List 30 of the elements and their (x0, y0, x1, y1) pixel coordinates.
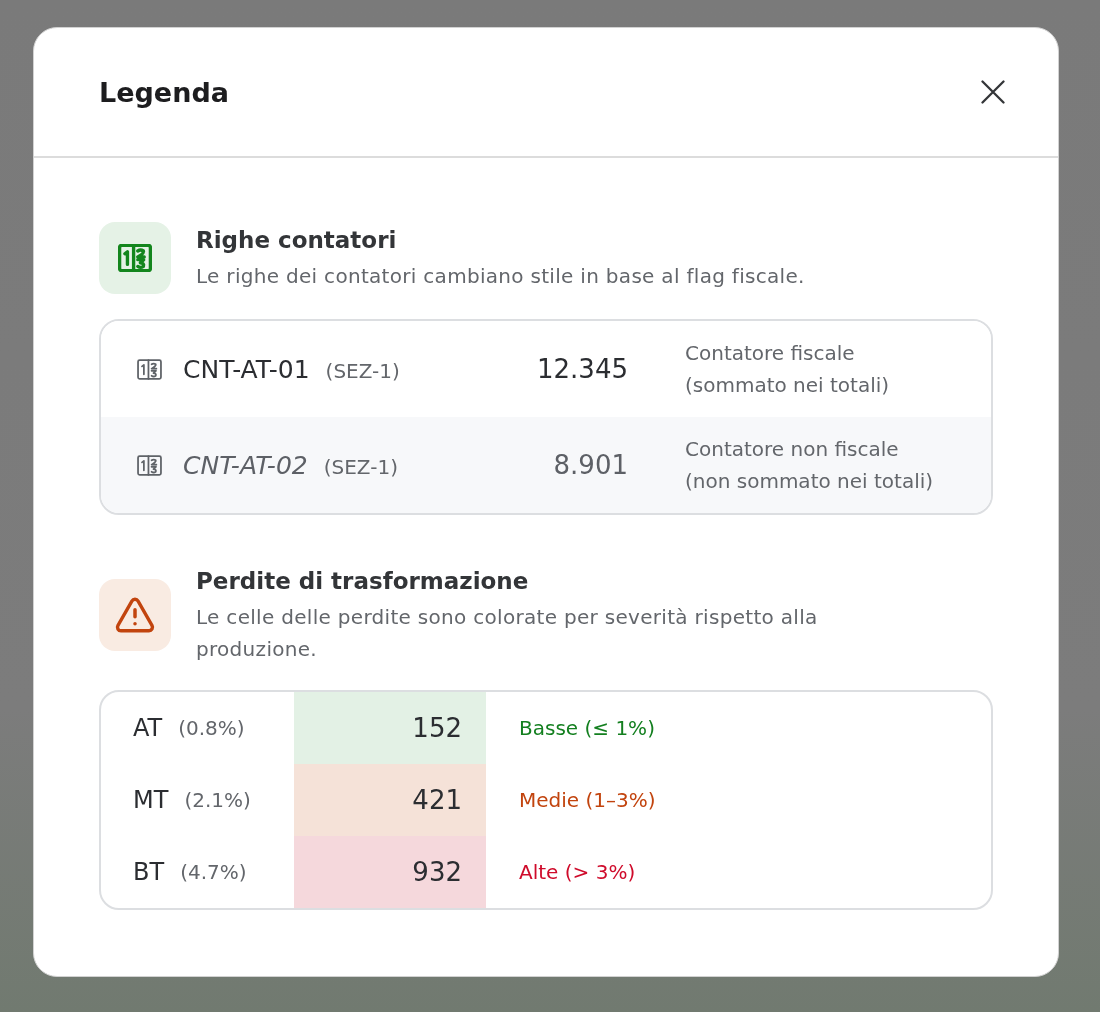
number-grid-icon (99, 222, 171, 294)
loss-share: (4.7%) (180, 860, 247, 884)
dialog-title: Legenda (99, 76, 229, 108)
severity-label: Basse (≤ 1%) (519, 716, 655, 740)
severity-label: Alte (> 3%) (519, 860, 636, 884)
meter-description: Contatore non fiscale (non sommato nei totali) (685, 436, 935, 495)
loss-value: 421 (294, 764, 486, 836)
voltage-label: MT (133, 786, 169, 814)
section-title: Righe contatori (196, 226, 398, 255)
number-grid-icon (137, 454, 162, 476)
section-description: Le celle delle perdite sono colorate per severità rispetto alla produzione. (196, 604, 819, 663)
section-description: Le righe dei contatori cambiano stile in base al flag fiscale. (196, 263, 805, 290)
meter-code: CNT-AT-01 (183, 354, 310, 384)
meter-description: Contatore fiscale (sommato nei totali) (685, 340, 891, 399)
loss-value: 932 (294, 836, 486, 908)
loss-share: (0.8%) (178, 716, 245, 740)
meter-reading: 12.345 (536, 354, 628, 384)
severity-label: Medie (1–3%) (519, 788, 656, 812)
loss-value: 152 (294, 692, 486, 764)
warning-icon (99, 579, 171, 651)
close-icon (981, 80, 1005, 104)
voltage-label: AT (133, 714, 163, 742)
meter-reading: 8.901 (552, 450, 628, 480)
section-code: (SEZ-1) (323, 454, 398, 479)
meter-code: CNT-AT-02 (183, 450, 308, 480)
loss-share: (2.1%) (184, 788, 251, 812)
section-code: (SEZ-1) (325, 358, 400, 383)
voltage-label: BT (133, 858, 165, 886)
section-title: Perdite di trasformazione (196, 567, 530, 596)
number-grid-icon (137, 358, 162, 380)
